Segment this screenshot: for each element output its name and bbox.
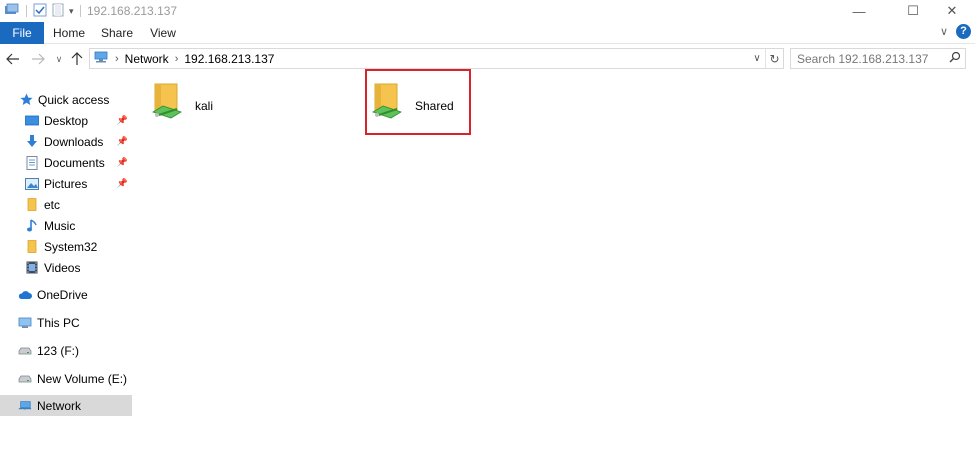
forward-arrow-icon	[32, 53, 45, 65]
toolbar-separator	[79, 5, 81, 17]
sidebar-item-label: Quick access	[38, 92, 110, 107]
sidebar-item-pictures[interactable]: Pictures 📌	[0, 173, 132, 194]
share-item-label: kali	[195, 99, 214, 113]
sidebar-item-music[interactable]: Music	[0, 215, 132, 236]
tab-view[interactable]: View	[144, 22, 182, 44]
chevron-down-icon: ∨	[55, 53, 63, 64]
properties-icon[interactable]	[33, 3, 47, 20]
toolbar-separator	[26, 5, 27, 17]
refresh-button[interactable]: ↻	[765, 49, 783, 68]
sidebar-item-network[interactable]: Network	[0, 395, 132, 416]
pin-icon: 📌	[116, 157, 128, 167]
window-title: 192.168.213.137	[87, 4, 178, 18]
sidebar-item-label: Downloads	[44, 134, 104, 149]
shared-folder-icon	[151, 82, 187, 125]
sidebar-item-onedrive[interactable]: OneDrive	[0, 284, 132, 305]
sidebar-item-this-pc[interactable]: This PC	[0, 312, 132, 333]
sidebar-item-system32[interactable]: System32	[0, 236, 132, 257]
search-icon	[945, 51, 965, 66]
sidebar-item-downloads[interactable]: Downloads 📌	[0, 131, 132, 152]
sidebar-item-label: etc	[44, 197, 61, 212]
minimize-button[interactable]: —	[836, 0, 882, 22]
back-arrow-icon	[6, 53, 19, 65]
tab-file[interactable]: File	[0, 22, 44, 44]
sidebar-item-etc[interactable]: etc	[0, 194, 132, 215]
breadcrumb-chevron-icon: ›	[174, 52, 179, 65]
breadcrumb-network[interactable]: Network	[125, 52, 169, 66]
breadcrumb: › Network › 192.168.213.137	[90, 50, 749, 67]
address-history-dropdown[interactable]: ∨	[749, 53, 765, 64]
documents-icon	[25, 155, 39, 170]
sidebar-item-documents[interactable]: Documents 📌	[0, 152, 132, 173]
content-pane: kali Shared	[135, 72, 975, 455]
up-button[interactable]	[67, 49, 87, 69]
sidebar-item-drive-e[interactable]: New Volume (E:)	[0, 368, 132, 389]
share-item-kali[interactable]: kali	[151, 82, 213, 138]
pin-icon: 📌	[116, 115, 128, 125]
recent-locations-dropdown[interactable]: ∨	[49, 49, 69, 69]
network-icon	[18, 399, 32, 413]
desktop-icon	[25, 114, 39, 128]
search-placeholder: Search 192.168.213.137	[797, 51, 929, 66]
download-icon	[25, 135, 39, 149]
cloud-icon	[18, 288, 32, 302]
address-row: ∨ › Network › 192.168.213.137 ∨ ↻ Search…	[0, 46, 975, 72]
ribbon-tabs: File Home Share View ∨ ?	[0, 22, 975, 44]
sidebar-item-label: Network	[37, 398, 82, 413]
sidebar-item-label: New Volume (E:)	[37, 371, 128, 386]
sidebar-item-label: Documents	[44, 155, 105, 170]
share-item-label: Shared	[415, 99, 454, 113]
share-item-shared[interactable]: Shared	[371, 82, 454, 138]
sidebar-item-label: Music	[44, 218, 76, 233]
breadcrumb-host[interactable]: 192.168.213.137	[184, 52, 274, 66]
refresh-icon: ↻	[769, 51, 780, 66]
pictures-icon	[25, 177, 39, 191]
shared-folder-icon	[371, 82, 407, 125]
sidebar-item-videos[interactable]: Videos	[0, 257, 132, 278]
network-location-icon	[93, 50, 109, 67]
sidebar-item-label: This PC	[37, 315, 80, 330]
star-icon	[19, 93, 33, 107]
explorer-window-icon	[4, 3, 20, 20]
drive-icon	[18, 372, 32, 386]
music-icon	[25, 219, 39, 233]
tab-share[interactable]: Share	[98, 22, 136, 44]
sidebar-item-quick-access[interactable]: Quick access	[0, 89, 132, 110]
close-button[interactable]: ✕	[929, 0, 975, 22]
title-bar: ▾ 192.168.213.137 — ☐ ✕	[0, 0, 975, 22]
quick-access-toolbar: ▾	[4, 3, 83, 19]
help-button[interactable]: ?	[956, 24, 971, 39]
computer-icon	[18, 316, 32, 330]
breadcrumb-chevron-icon: ›	[115, 52, 119, 65]
navigation-pane: Quick access Desktop 📌 Downloads 📌 Docum…	[0, 88, 133, 455]
new-folder-icon[interactable]	[51, 3, 65, 20]
sidebar-item-label: System32	[44, 239, 98, 254]
pin-icon: 📌	[116, 136, 128, 146]
sidebar-item-drive-f[interactable]: 123 (F:)	[0, 340, 132, 361]
drive-icon	[18, 344, 32, 358]
customize-toolbar-dropdown-icon[interactable]: ▾	[69, 6, 74, 17]
folder-icon	[25, 240, 39, 254]
pin-icon: 📌	[116, 178, 128, 188]
sidebar-item-label: Pictures	[44, 176, 88, 191]
up-arrow-icon	[71, 52, 83, 65]
sidebar-item-desktop[interactable]: Desktop 📌	[0, 110, 132, 131]
ribbon-help-area: ∨ ?	[940, 24, 971, 39]
sidebar-item-label: OneDrive	[37, 287, 88, 302]
expand-ribbon-icon[interactable]: ∨	[940, 25, 948, 38]
sidebar-item-label: Videos	[44, 260, 81, 275]
forward-button[interactable]	[28, 49, 48, 69]
back-button[interactable]	[3, 49, 23, 69]
search-input[interactable]: Search 192.168.213.137	[790, 48, 966, 69]
address-bar[interactable]: › Network › 192.168.213.137 ∨ ↻	[89, 48, 784, 69]
tab-home[interactable]: Home	[50, 22, 88, 44]
folder-icon	[25, 198, 39, 212]
sidebar-item-label: Desktop	[44, 113, 89, 128]
videos-icon	[25, 261, 39, 275]
sidebar-item-label: 123 (F:)	[37, 343, 80, 358]
